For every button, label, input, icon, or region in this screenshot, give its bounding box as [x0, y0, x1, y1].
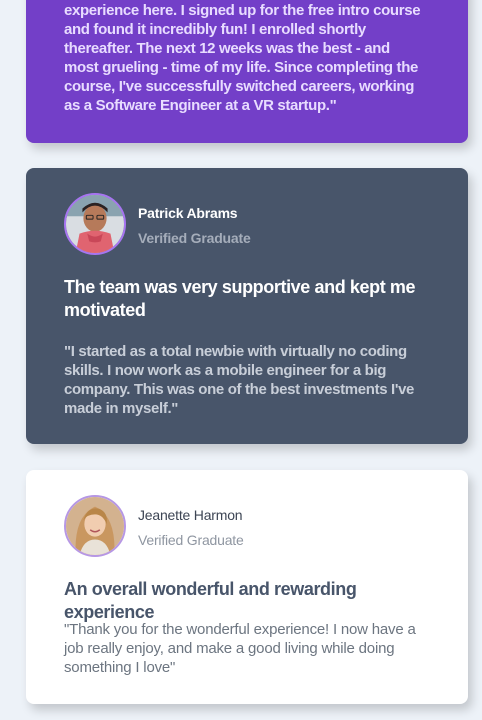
testimonial-quote: "Thank you for the wonderful experience!… [64, 621, 416, 676]
author-role: Verified Graduate [138, 532, 244, 548]
testimonial-quote: experience here. I signed up for the fre… [64, 2, 421, 114]
jeanette-avatar-image [66, 497, 124, 555]
testimonial-card-purple: experience here. I signed up for the fre… [26, 0, 468, 143]
author-name: Patrick Abrams [138, 205, 238, 221]
patrick-avatar-image [66, 195, 124, 253]
author-name: Jeanette Harmon [138, 507, 243, 523]
testimonial-card-jeanette: Jeanette Harmon Verified Graduate An ove… [26, 470, 468, 704]
avatar [64, 193, 126, 255]
testimonials-grid: experience here. I signed up for the fre… [0, 0, 482, 720]
testimonial-headline: The team was very supportive and kept me… [64, 277, 416, 320]
testimonial-quote: "I started as a total newbie with virtua… [64, 343, 415, 417]
avatar [64, 495, 126, 557]
author-role: Verified Graduate [138, 230, 251, 246]
testimonial-headline: An overall wonderful and rewarding exper… [64, 579, 357, 622]
testimonial-card-patrick: Patrick Abrams Verified Graduate The tea… [26, 168, 468, 444]
